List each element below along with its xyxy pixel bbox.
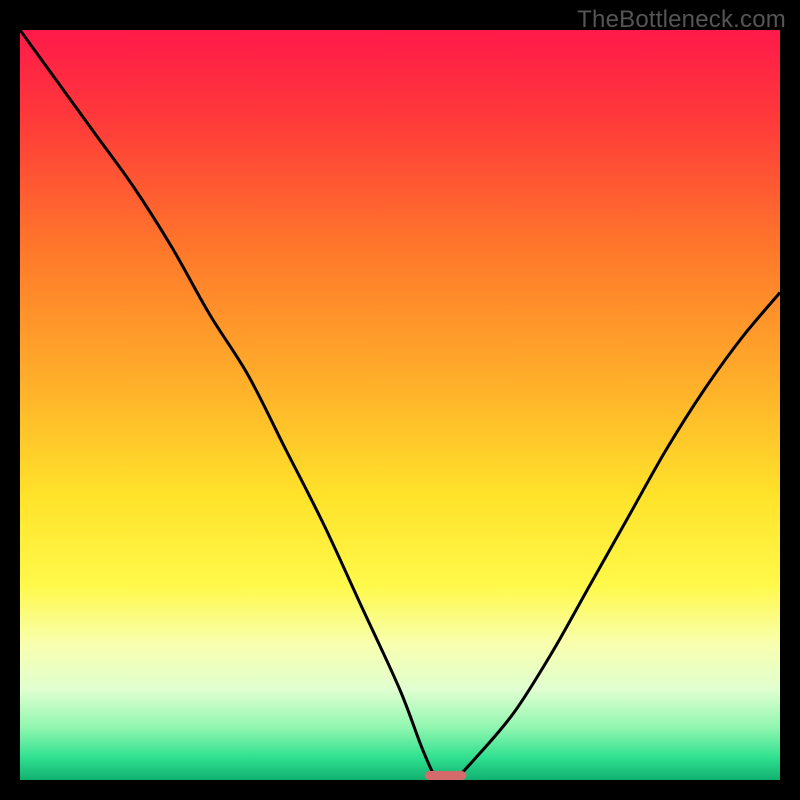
chart-svg [20, 30, 780, 780]
gradient-bg [20, 30, 780, 780]
chart-frame: TheBottleneck.com [0, 0, 800, 800]
watermark-text: TheBottleneck.com [577, 6, 786, 34]
plot-area [20, 30, 780, 780]
optimal-marker [425, 771, 467, 780]
